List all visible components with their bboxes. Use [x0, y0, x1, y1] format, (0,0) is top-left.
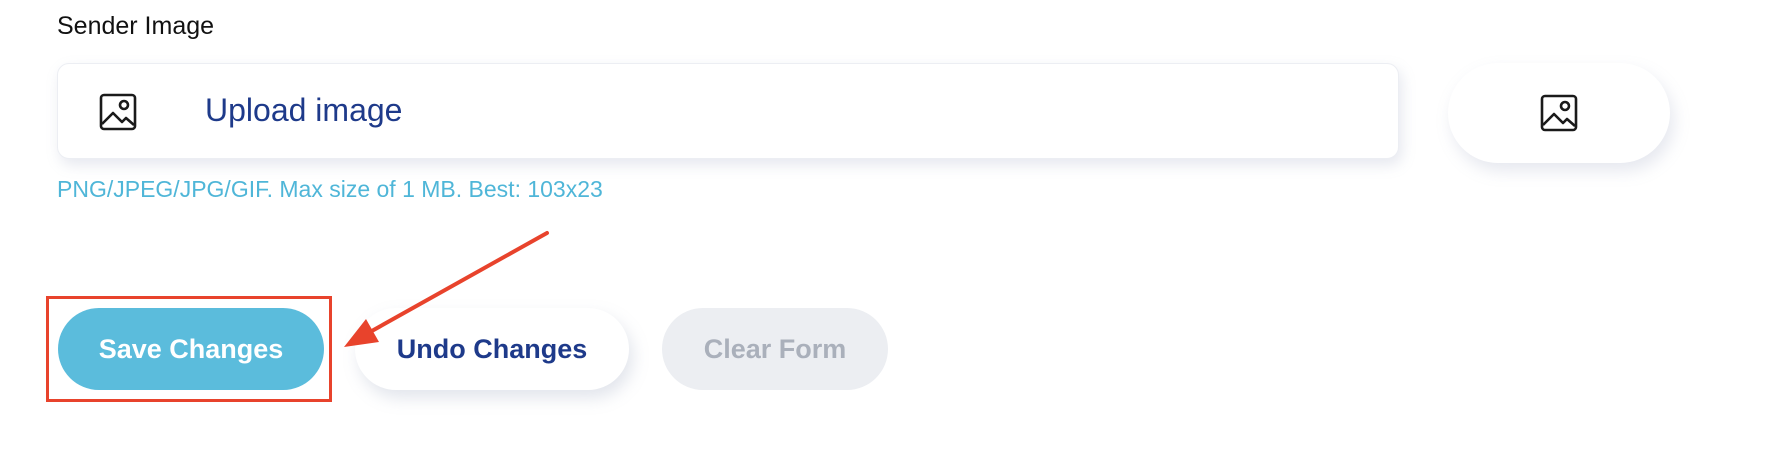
upload-image-label: Upload image: [205, 92, 403, 128]
image-icon: [99, 93, 137, 131]
undo-button[interactable]: Undo Changes: [355, 308, 629, 390]
page: Sender Image Upload image PNG/JPEG/JPG/G…: [0, 0, 1770, 458]
save-button[interactable]: Save Changes: [58, 308, 324, 390]
clear-form-button: Clear Form: [662, 308, 888, 390]
upload-image-dropzone[interactable]: Upload image: [57, 63, 1399, 159]
image-icon: [1540, 94, 1578, 132]
image-preview: [1448, 63, 1670, 163]
upload-hint: PNG/JPEG/JPG/GIF. Max size of 1 MB. Best…: [57, 176, 603, 202]
sender-image-label: Sender Image: [57, 12, 215, 40]
